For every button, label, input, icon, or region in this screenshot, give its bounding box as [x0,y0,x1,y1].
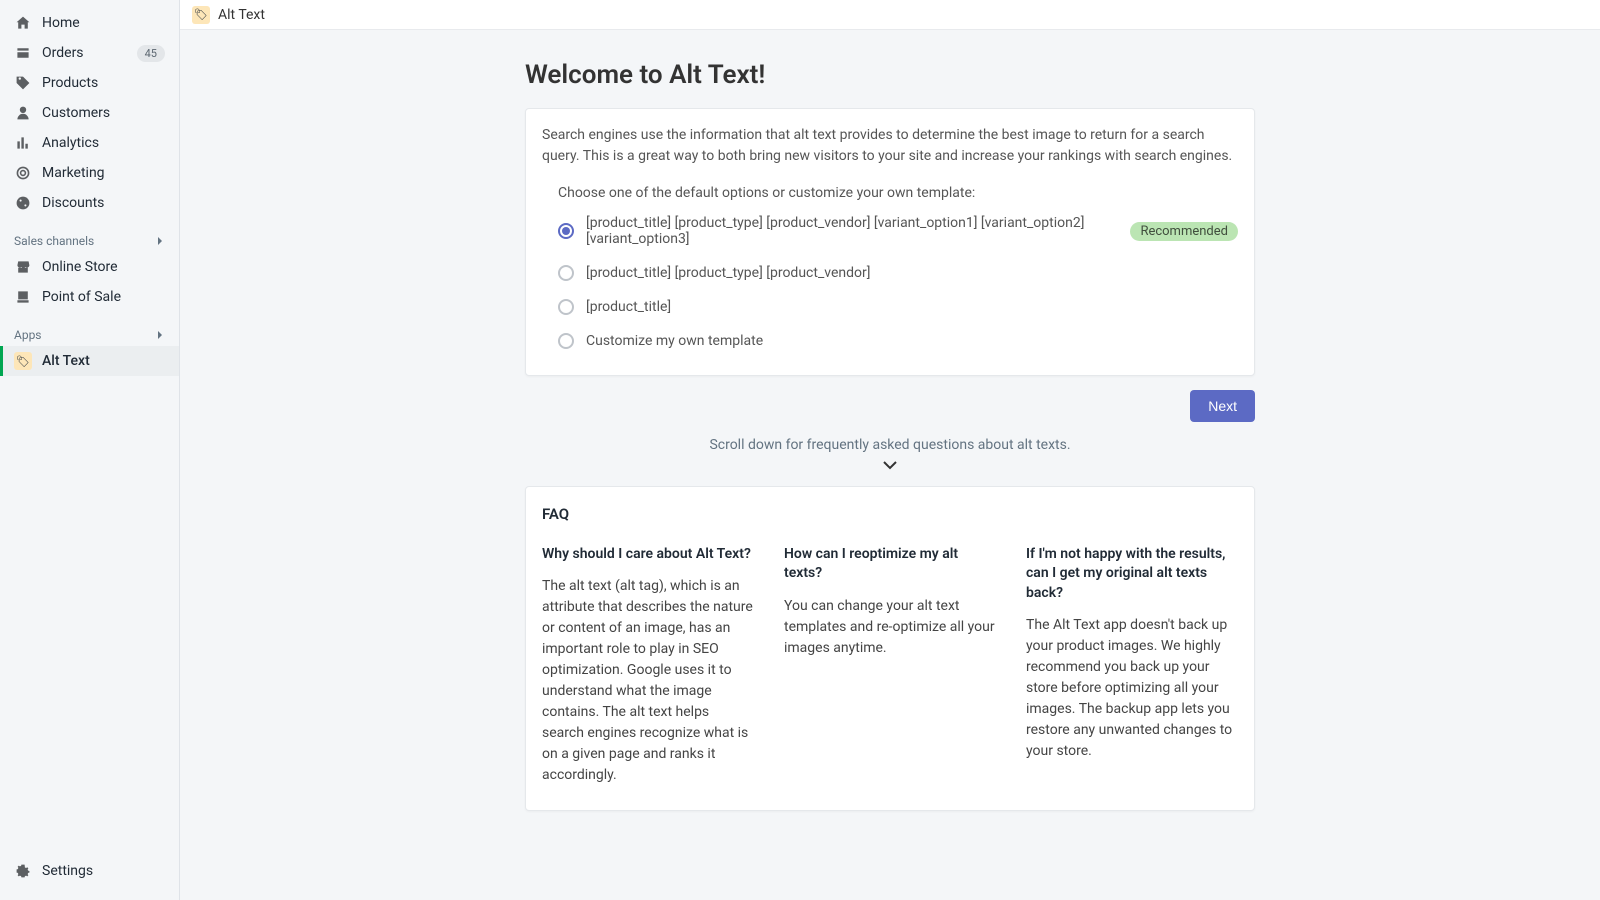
faq-question: Why should I care about Alt Text? [542,545,754,565]
template-option-1[interactable]: [product_title] [product_type] [product_… [558,265,1238,281]
chevron-right-icon [155,236,165,246]
template-card: Search engines use the information that … [525,108,1255,376]
nav-customers[interactable]: Customers [0,98,179,128]
choose-label: Choose one of the default options or cus… [558,185,1238,201]
next-button[interactable]: Next [1190,390,1255,422]
intro-text: Search engines use the information that … [542,125,1238,167]
app-label: Alt Text [42,353,90,369]
faq-item: Why should I care about Alt Text? The al… [542,545,754,787]
nav-point-of-sale[interactable]: Point of Sale [0,282,179,312]
nav-label: Customers [42,105,110,121]
topbar-title: Alt Text [218,7,265,23]
radio-icon [558,265,574,281]
pos-icon [14,288,32,306]
nav-label: Orders [42,45,84,61]
topbar: 🏷 Alt Text [180,0,1600,30]
recommended-badge: Recommended [1130,222,1238,241]
nav-products[interactable]: Products [0,68,179,98]
radio-label: [product_title] [586,299,671,315]
section-label: Sales channels [14,234,94,248]
radio-label: [product_title] [product_type] [product_… [586,265,870,281]
faq-item: How can I reoptimize my alt texts? You c… [784,545,996,787]
analytics-icon [14,134,32,152]
nav-home[interactable]: Home [0,8,179,38]
template-option-0[interactable]: [product_title] [product_type] [product_… [558,215,1238,247]
nav-label: Home [42,15,80,31]
faq-item: If I'm not happy with the results, can I… [1026,545,1238,787]
person-icon [14,104,32,122]
faq-card: FAQ Why should I care about Alt Text? Th… [525,486,1255,812]
target-icon [14,164,32,182]
nav-analytics[interactable]: Analytics [0,128,179,158]
radio-label: Customize my own template [586,333,763,349]
radio-icon [558,223,574,239]
settings-label: Settings [42,863,93,879]
chevron-down-icon [525,460,1255,470]
tag-icon [14,74,32,92]
faq-answer: You can change your alt text templates a… [784,596,996,659]
percent-icon [14,194,32,212]
scroll-hint: Scroll down for frequently asked questio… [525,436,1255,456]
nav-label: Analytics [42,135,99,151]
faq-answer: The Alt Text app doesn't back up your pr… [1026,615,1238,762]
home-icon [14,14,32,32]
faq-title: FAQ [542,505,1238,523]
sales-channels-header[interactable]: Sales channels [0,226,179,252]
nav-settings[interactable]: Settings [0,852,179,900]
alt-text-app-icon: 🏷 [192,6,210,24]
nav-label: Products [42,75,98,91]
alt-text-app-icon: 🏷 [14,352,32,370]
radio-label: [product_title] [product_type] [product_… [586,215,1120,247]
faq-question: If I'm not happy with the results, can I… [1026,545,1238,604]
apps-header[interactable]: Apps [0,320,179,346]
template-option-2[interactable]: [product_title] [558,299,1238,315]
faq-answer: The alt text (alt tag), which is an attr… [542,576,754,786]
nav-label: Point of Sale [42,289,121,305]
nav-discounts[interactable]: Discounts [0,188,179,218]
content: Welcome to Alt Text! Search engines use … [180,30,1600,900]
sidebar: Home Orders 45 Products Customers Anal [0,0,180,900]
chevron-right-icon [155,330,165,340]
app-alt-text[interactable]: 🏷 Alt Text [0,346,179,376]
orders-badge: 45 [137,45,165,62]
radio-icon [558,299,574,315]
main: 🏷 Alt Text Welcome to Alt Text! Search e… [180,0,1600,900]
page-title: Welcome to Alt Text! [525,60,1255,90]
radio-icon [558,333,574,349]
template-option-3[interactable]: Customize my own template [558,333,1238,349]
section-label: Apps [14,328,42,342]
actions: Next [525,390,1255,422]
nav-online-store[interactable]: Online Store [0,252,179,282]
nav-label: Online Store [42,259,118,275]
orders-icon [14,44,32,62]
nav-marketing[interactable]: Marketing [0,158,179,188]
gear-icon [14,862,32,880]
nav-orders[interactable]: Orders 45 [0,38,179,68]
nav-label: Discounts [42,195,104,211]
nav-label: Marketing [42,165,105,181]
store-icon [14,258,32,276]
faq-question: How can I reoptimize my alt texts? [784,545,996,584]
